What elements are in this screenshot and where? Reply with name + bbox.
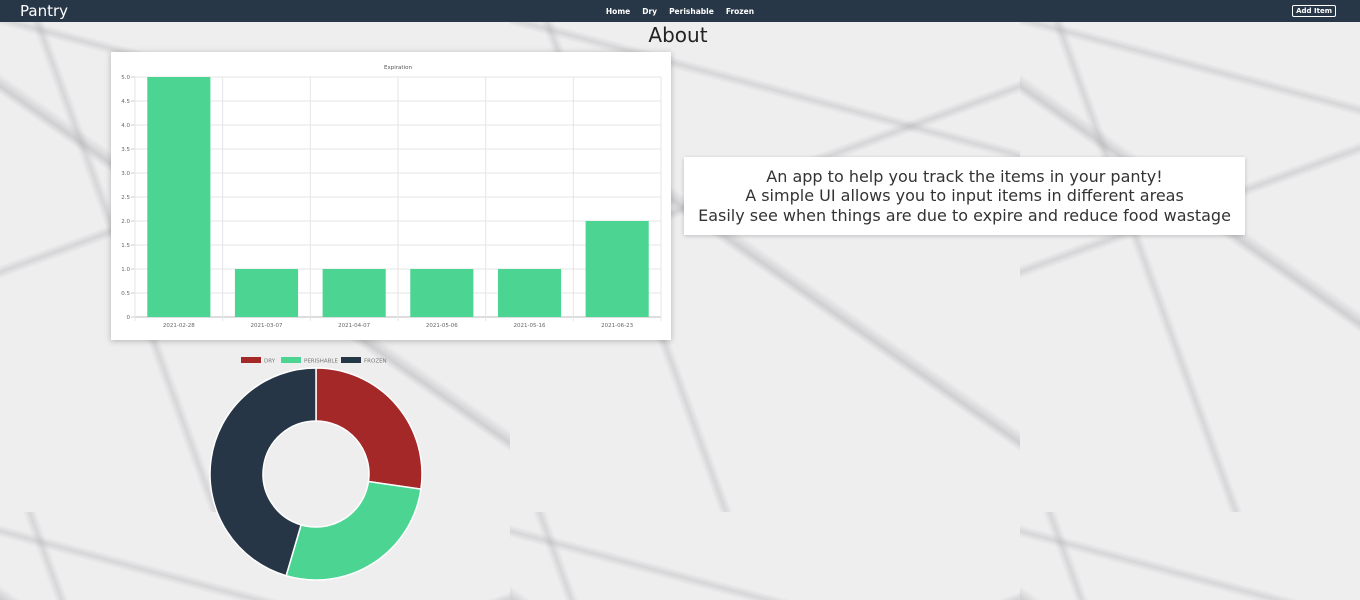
category-donut-chart: DRY PERISHABLE FROZEN: [209, 357, 423, 581]
bar-2021-05-16[interactable]: [497, 269, 562, 317]
about-card: An app to help you track the items in yo…: [684, 157, 1245, 235]
bar-2021-06-23[interactable]: [585, 221, 649, 317]
page-title: About: [648, 23, 708, 47]
about-line-3: Easily see when things are due to expire…: [698, 205, 1231, 225]
y-tick-label: 3.5: [121, 147, 130, 153]
nav-link-home[interactable]: Home: [606, 7, 630, 16]
expiration-bar-chart: Expiration 0 0.5 1.0 1.5 2.0 2.5 3.0 3.5 4.0 4.5 5.…: [121, 65, 662, 329]
navbar: Pantry Home Dry Perishable Frozen Add It…: [0, 0, 1360, 22]
y-tick-label: 2.0: [121, 219, 130, 225]
nav-link-frozen[interactable]: Frozen: [726, 7, 754, 16]
x-tick-label: 2021-02-28: [163, 323, 195, 329]
y-tick-label: 5.0: [121, 75, 130, 81]
x-tick-label: 2021-03-07: [251, 323, 283, 329]
y-tick-label: 2.5: [121, 195, 130, 201]
legend-label-frozen[interactable]: FROZEN: [364, 359, 387, 365]
y-tick-label: 0.5: [121, 291, 130, 297]
bar-2021-04-07[interactable]: [322, 269, 386, 317]
legend-label-perishable[interactable]: PERISHABLE: [304, 359, 338, 365]
brand-logo[interactable]: Pantry: [20, 1, 68, 21]
y-tick-label: 3.0: [121, 171, 130, 177]
x-tick-label: 2021-05-06: [426, 323, 458, 329]
add-item-button[interactable]: Add Item: [1292, 5, 1336, 17]
donut-slice-dry[interactable]: [315, 367, 423, 490]
donut-slice-perishable[interactable]: [285, 480, 422, 581]
about-line-2: A simple UI allows you to input items in…: [745, 186, 1184, 206]
x-tick-label: 2021-06-23: [601, 323, 633, 329]
legend-swatch-frozen: [341, 357, 361, 363]
bar-2021-05-06[interactable]: [410, 269, 474, 317]
legend-label-dry[interactable]: DRY: [264, 359, 276, 365]
expiration-chart-card: Expiration 0 0.5 1.0 1.5 2.0 2.5 3.0 3.5 4.0 4.5 5.…: [111, 52, 671, 340]
legend-swatch-dry: [241, 357, 261, 363]
chart-title: Expiration: [384, 65, 412, 71]
legend-swatch-perishable: [281, 357, 301, 363]
y-tick-label: 0: [127, 315, 131, 321]
y-tick-label: 4.5: [121, 99, 130, 105]
category-donut-chart-wrap: DRY PERISHABLE FROZEN: [195, 352, 445, 596]
bar-2021-02-28[interactable]: [147, 77, 211, 317]
y-tick-label: 1.5: [121, 243, 130, 249]
bar-2021-03-07[interactable]: [234, 269, 299, 317]
x-tick-label: 2021-04-07: [338, 323, 370, 329]
nav-links: Home Dry Perishable Frozen: [0, 0, 1360, 22]
y-tick-label: 1.0: [121, 267, 130, 273]
nav-link-perishable[interactable]: Perishable: [669, 7, 714, 16]
nav-link-dry[interactable]: Dry: [642, 7, 657, 16]
x-tick-label: 2021-05-16: [514, 323, 546, 329]
about-line-1: An app to help you track the items in yo…: [766, 166, 1163, 186]
y-tick-label: 4.0: [121, 123, 130, 129]
